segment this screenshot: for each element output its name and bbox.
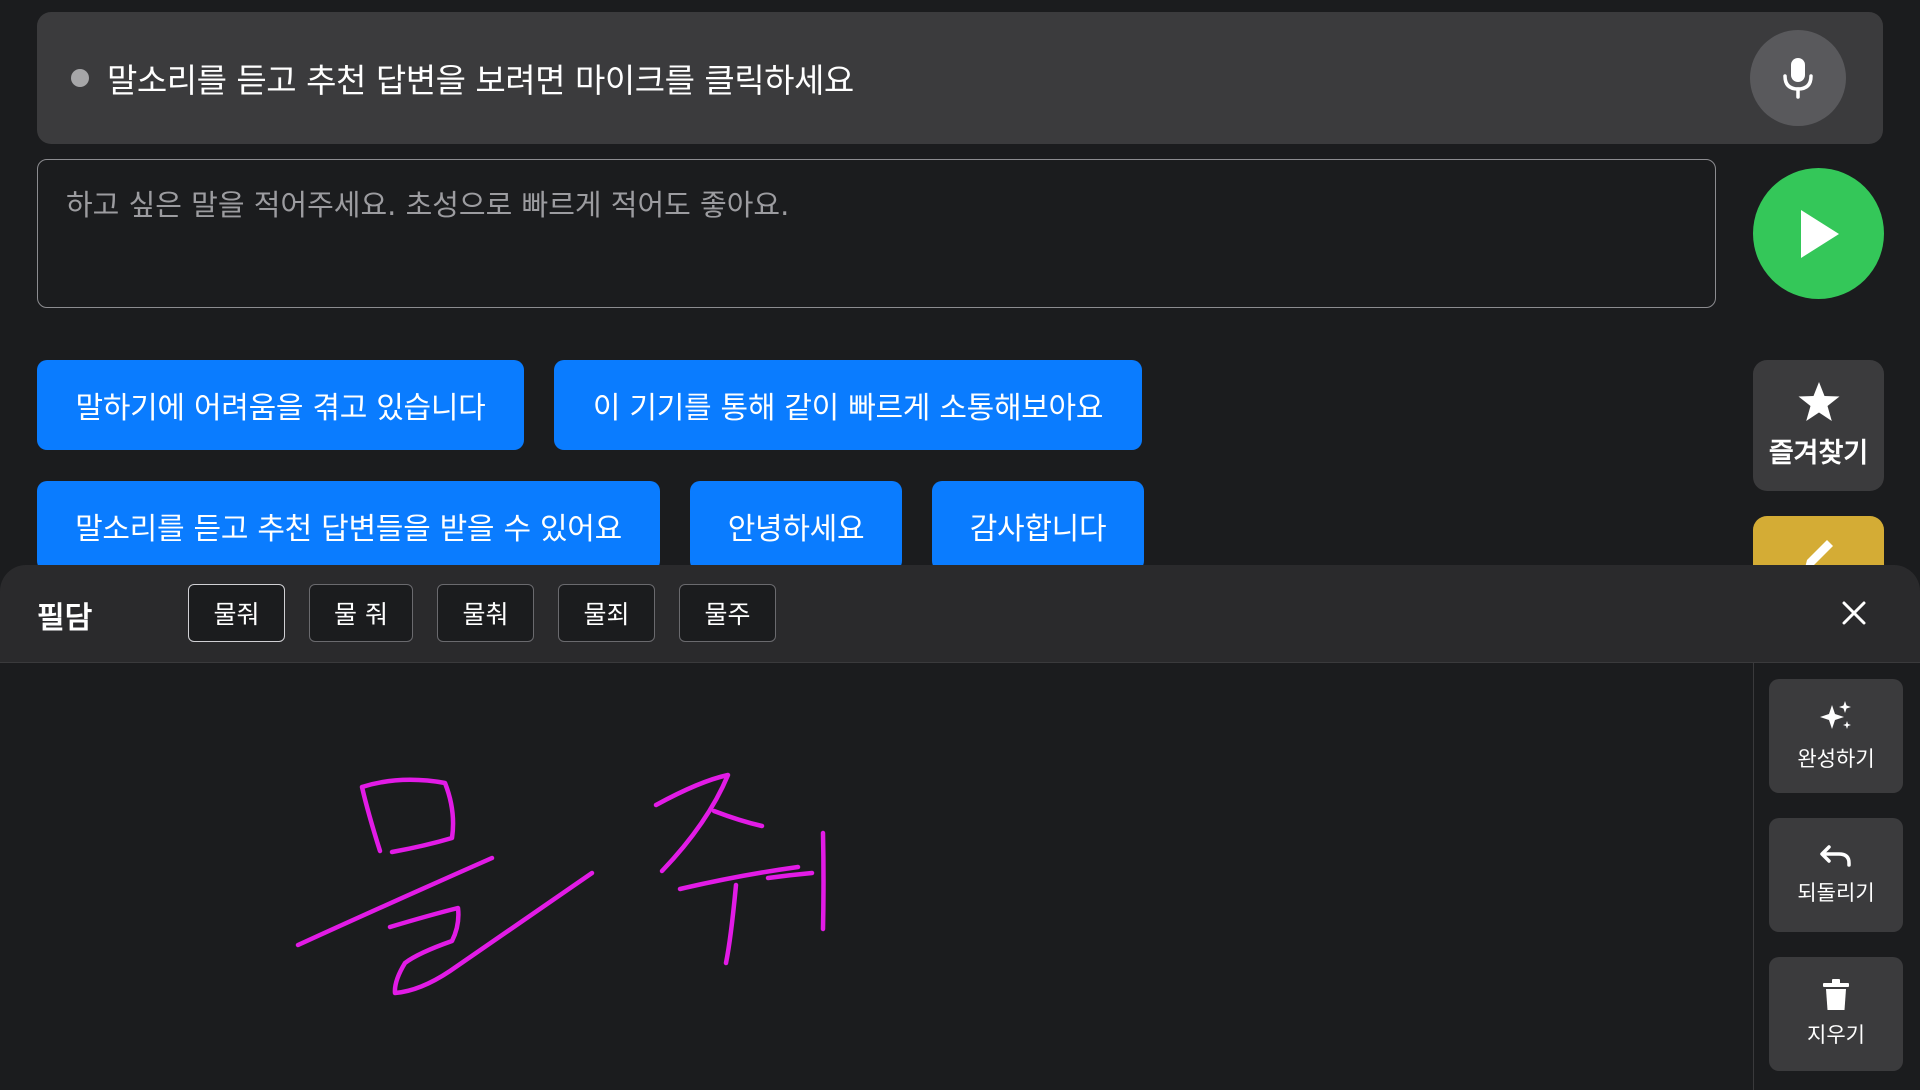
- listening-status-text: 말소리를 듣고 추천 답변을 보려면 마이크를 클릭하세요: [107, 61, 854, 100]
- speak-button[interactable]: [1753, 168, 1884, 299]
- close-button[interactable]: [1836, 595, 1872, 631]
- undo-icon: [1820, 845, 1851, 867]
- trash-icon: [1823, 979, 1849, 1010]
- handwriting-candidate[interactable]: 물죄: [558, 584, 655, 642]
- handwriting-panel-title: 필담: [37, 601, 93, 636]
- favorites-button[interactable]: 즐겨찾기: [1753, 360, 1884, 491]
- message-input[interactable]: [37, 159, 1716, 308]
- phrase-chip[interactable]: 안녕하세요: [690, 481, 902, 571]
- star-icon: [1798, 382, 1839, 421]
- handwriting-panel-header: 필담 물줘 물 줘 물춰 물죄 물주: [0, 565, 1920, 663]
- handwriting-strokes: [295, 772, 826, 996]
- phrase-chip[interactable]: 말소리를 듣고 추천 답변들을 받을 수 있어요: [37, 481, 660, 571]
- handwriting-candidate[interactable]: 물줘: [188, 584, 285, 642]
- microphone-button[interactable]: [1750, 30, 1846, 126]
- handwriting-candidate[interactable]: 물춰: [437, 584, 534, 642]
- play-icon: [1800, 209, 1839, 258]
- undo-button[interactable]: 되돌리기: [1769, 818, 1903, 932]
- phrase-chip[interactable]: 감사합니다: [932, 481, 1144, 571]
- clear-label: 지우기: [1807, 1023, 1865, 1047]
- handwriting-candidate[interactable]: 물주: [679, 584, 776, 642]
- handwriting-candidate[interactable]: 물 줘: [309, 584, 413, 642]
- handwriting-tools: 완성하기 되돌리기 지우기: [1753, 663, 1920, 1090]
- favorites-label: 즐겨찾기: [1768, 438, 1869, 469]
- complete-label: 완성하기: [1797, 747, 1875, 771]
- app-root: 말소리를 듣고 추천 답변을 보려면 마이크를 클릭하세요 말하기에 어려움을 …: [0, 0, 1920, 1090]
- close-icon: [1842, 601, 1866, 625]
- phrase-chip[interactable]: 말하기에 어려움을 겪고 있습니다: [37, 360, 524, 450]
- sparkles-icon: [1820, 701, 1851, 729]
- complete-button[interactable]: 완성하기: [1769, 679, 1903, 793]
- status-dot: [71, 69, 89, 87]
- undo-label: 되돌리기: [1797, 881, 1875, 905]
- phrase-chip[interactable]: 이 기기를 통해 같이 빠르게 소통해보아요: [554, 360, 1142, 450]
- handwriting-panel: 필담 물줘 물 줘 물춰 물죄 물주 완성하기 되돌리기 지우기: [0, 565, 1920, 1090]
- listening-status-bar: 말소리를 듣고 추천 답변을 보려면 마이크를 클릭하세요: [37, 12, 1883, 144]
- microphone-icon: [1783, 58, 1813, 99]
- handwriting-canvas[interactable]: [0, 663, 1752, 1090]
- clear-button[interactable]: 지우기: [1769, 957, 1903, 1071]
